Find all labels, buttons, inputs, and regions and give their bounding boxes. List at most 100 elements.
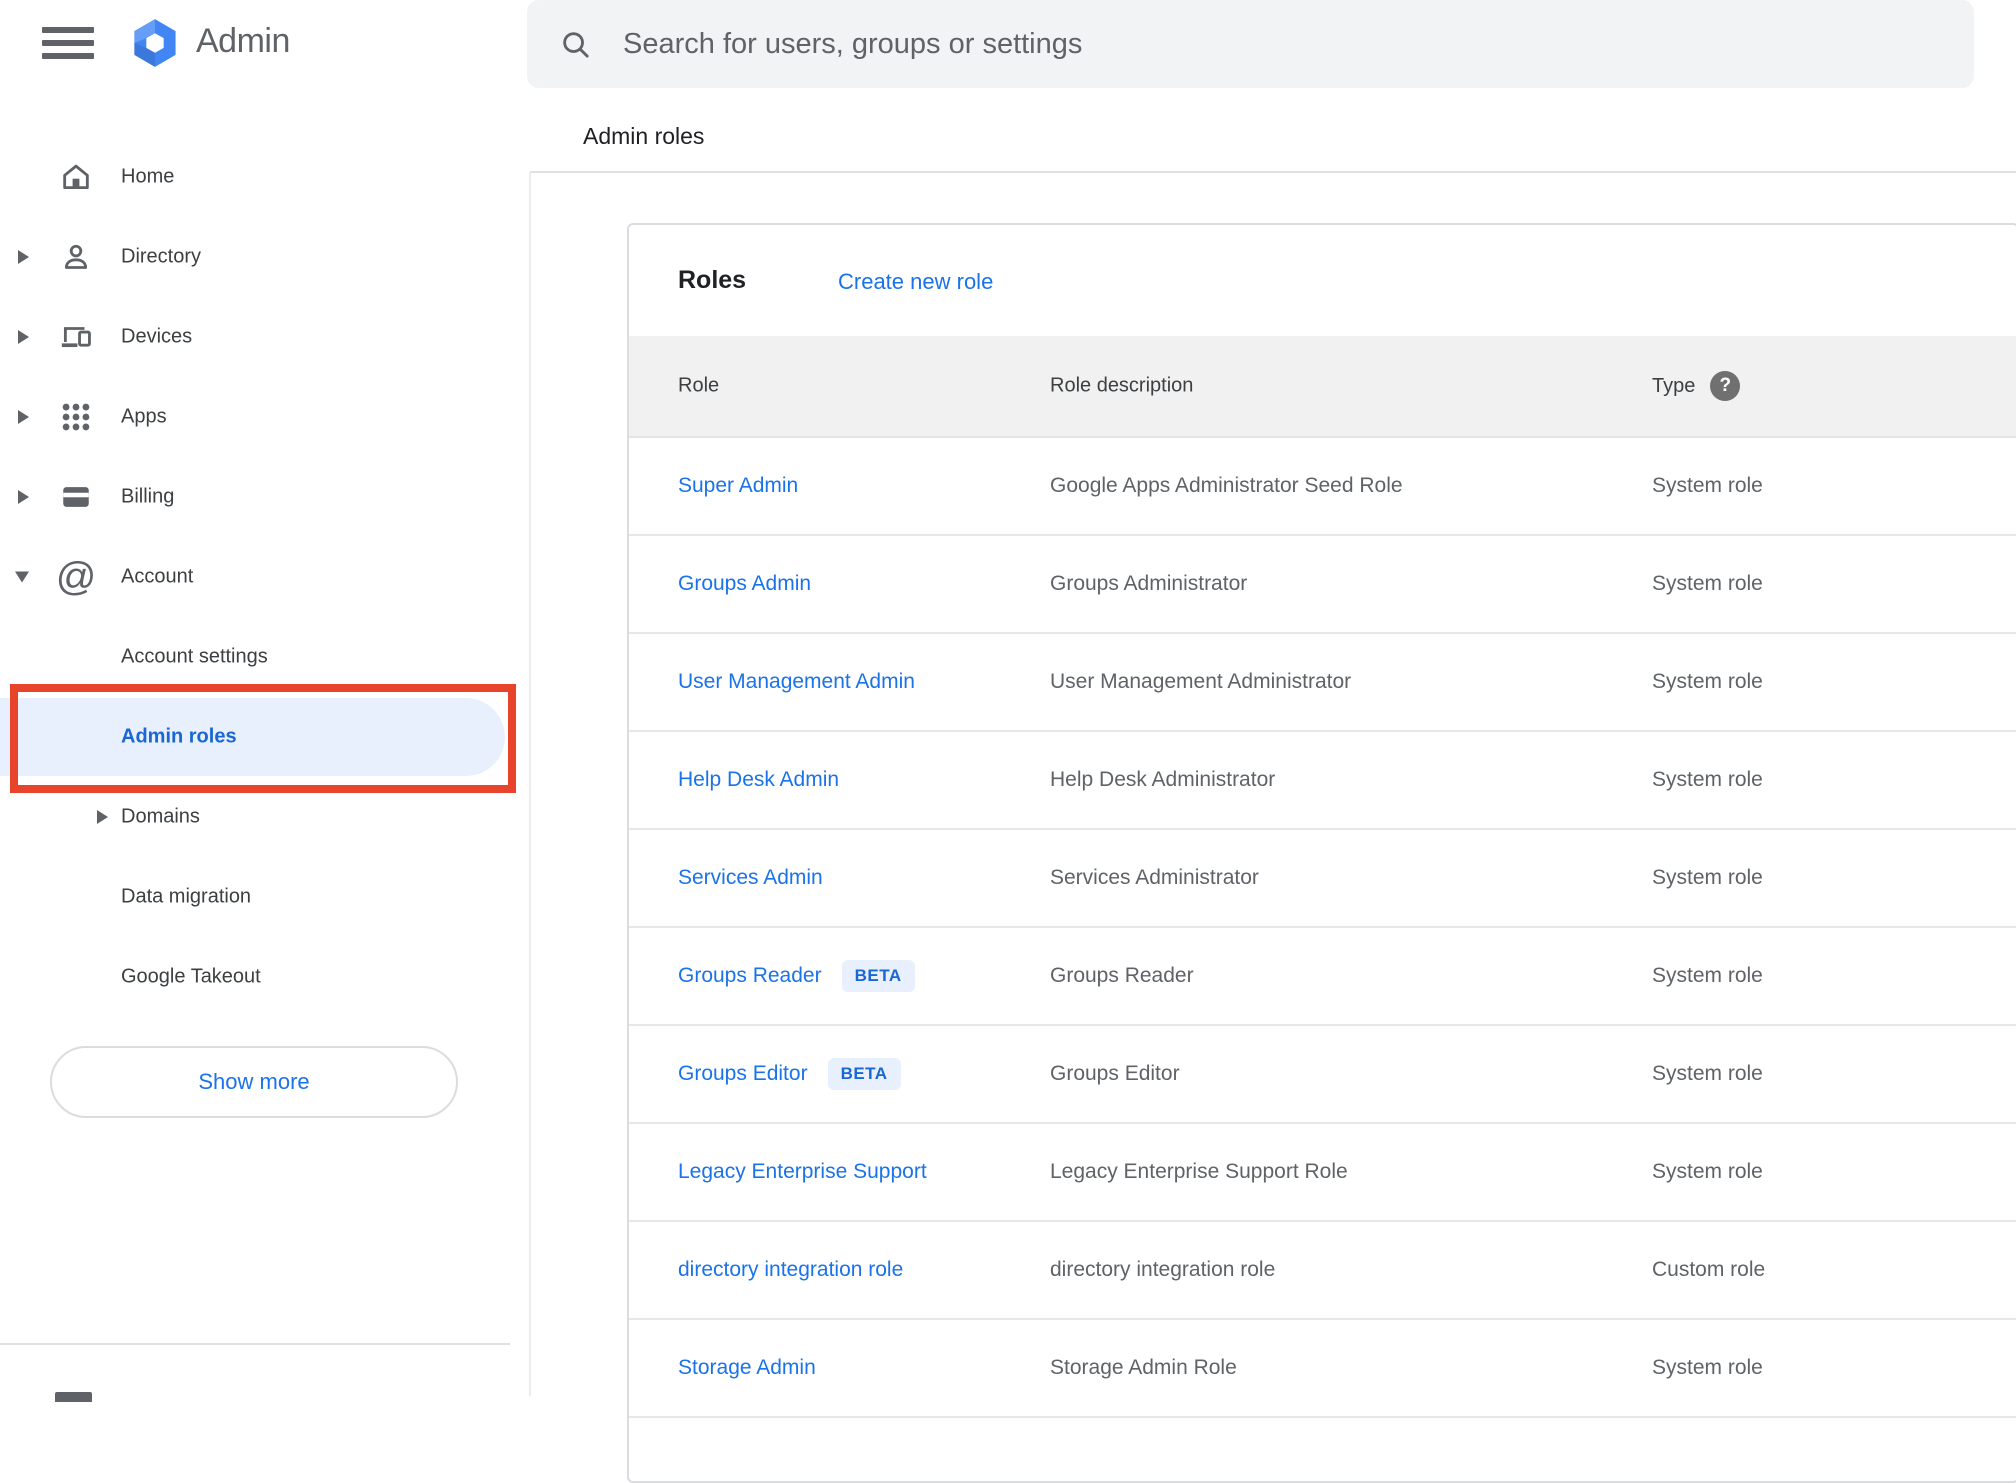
role-type: Custom role bbox=[1652, 1258, 1766, 1281]
role-description: Groups Administrator bbox=[1050, 572, 1248, 595]
role-link[interactable]: Legacy Enterprise Support bbox=[678, 1160, 927, 1184]
role-cell: Legacy Enterprise Support bbox=[678, 1160, 927, 1184]
expand-arrow-icon[interactable] bbox=[18, 410, 29, 424]
sidebar-item-label: Account bbox=[121, 565, 194, 588]
role-link[interactable]: Storage Admin bbox=[678, 1356, 816, 1380]
menu-button[interactable] bbox=[42, 27, 94, 59]
sidebar-item-label: Admin roles bbox=[121, 725, 237, 748]
table-row: Groups Admin Groups Administrator System r… bbox=[629, 536, 2016, 634]
credit-card-icon bbox=[58, 479, 94, 515]
role-cell: Services Admin bbox=[678, 866, 823, 890]
role-type: System role bbox=[1652, 1160, 1763, 1183]
expand-arrow-icon[interactable] bbox=[97, 810, 108, 824]
role-description: directory integration role bbox=[1050, 1258, 1276, 1281]
apps-grid-icon bbox=[58, 399, 94, 435]
table-header: Role Role description Type ? bbox=[629, 336, 2016, 438]
table-row: Groups Reader BETA Groups Reader System rol… bbox=[629, 928, 2016, 1026]
sidebar-item-billing[interactable]: Billing bbox=[0, 457, 530, 537]
column-header-type: Type ? bbox=[1652, 371, 1741, 401]
role-link[interactable]: Services Admin bbox=[678, 866, 823, 890]
sidebar-item-label: Home bbox=[121, 165, 175, 188]
role-description: Legacy Enterprise Support Role bbox=[1050, 1160, 1348, 1183]
sidebar-item-label: Directory bbox=[121, 245, 202, 268]
role-link[interactable]: Help Desk Admin bbox=[678, 768, 839, 792]
role-link[interactable]: Groups Editor bbox=[678, 1062, 808, 1086]
breadcrumb: Admin roles bbox=[583, 123, 705, 149]
role-cell: Groups Editor BETA bbox=[678, 1058, 901, 1090]
sidebar-item-label: Billing bbox=[121, 485, 175, 508]
table-row: User Management Admin User Management Adm… bbox=[629, 634, 2016, 732]
table-body: Super Admin Google Apps Administrator See… bbox=[629, 438, 2016, 1418]
role-type: System role bbox=[1652, 1062, 1763, 1085]
role-link[interactable]: Super Admin bbox=[678, 474, 798, 498]
role-type: System role bbox=[1652, 474, 1763, 497]
role-link[interactable]: Groups Reader bbox=[678, 964, 822, 988]
role-type: System role bbox=[1652, 866, 1763, 889]
role-type: System role bbox=[1652, 1356, 1763, 1379]
home-icon bbox=[58, 159, 94, 195]
table-row: Super Admin Google Apps Administrator See… bbox=[629, 438, 2016, 536]
search-icon bbox=[563, 32, 589, 58]
role-link[interactable]: User Management Admin bbox=[678, 670, 915, 694]
sidebar-item-directory[interactable]: Directory bbox=[0, 217, 530, 297]
role-description: Groups Editor bbox=[1050, 1062, 1180, 1085]
sidebar-item-label: Devices bbox=[121, 325, 193, 348]
sidebar-item-account[interactable]: @ Account bbox=[0, 537, 530, 617]
role-link[interactable]: Groups Admin bbox=[678, 572, 811, 596]
search-bar[interactable] bbox=[527, 0, 1974, 88]
role-description: Services Administrator bbox=[1050, 866, 1259, 889]
sidebar-bottom-divider bbox=[0, 1343, 510, 1345]
search-input[interactable] bbox=[621, 26, 1905, 62]
role-cell: directory integration role bbox=[678, 1258, 903, 1282]
table-row: directory integration role directory inte… bbox=[629, 1222, 2016, 1320]
column-header-description: Role description bbox=[1050, 374, 1194, 397]
role-cell: Groups Reader BETA bbox=[678, 960, 915, 992]
role-description: Storage Admin Role bbox=[1050, 1356, 1237, 1379]
role-type: System role bbox=[1652, 768, 1763, 791]
role-cell: Super Admin bbox=[678, 474, 798, 498]
clipped-icon bbox=[55, 1392, 92, 1402]
sidebar-item-label: Domains bbox=[121, 805, 200, 828]
role-description: User Management Administrator bbox=[1050, 670, 1352, 693]
card-title: Roles bbox=[678, 266, 747, 294]
at-sign-icon: @ bbox=[55, 555, 97, 599]
sidebar-item-domains[interactable]: Domains bbox=[0, 777, 530, 857]
sidebar-item-data-migration[interactable]: Data migration bbox=[0, 857, 530, 937]
sidebar-item-apps[interactable]: Apps bbox=[0, 377, 530, 457]
expand-arrow-icon[interactable] bbox=[18, 250, 29, 264]
sidebar-item-label: Account settings bbox=[121, 645, 268, 668]
role-cell: User Management Admin bbox=[678, 670, 915, 694]
expand-arrow-icon[interactable] bbox=[18, 490, 29, 504]
sidebar-item-admin-roles[interactable]: Admin roles bbox=[0, 697, 530, 777]
hamburger-icon bbox=[42, 27, 94, 59]
help-icon[interactable]: ? bbox=[1710, 371, 1741, 401]
admin-logo-icon bbox=[129, 17, 181, 69]
beta-badge: BETA bbox=[841, 960, 915, 992]
sidebar-item-label: Data migration bbox=[121, 885, 252, 908]
table-row: Help Desk Admin Help Desk Administrator Sy… bbox=[629, 732, 2016, 830]
sidebar-item-home[interactable]: Home bbox=[0, 137, 530, 217]
table-row: Groups Editor BETA Groups Editor System rol… bbox=[629, 1026, 2016, 1124]
create-new-role-link[interactable]: Create new role bbox=[838, 269, 993, 295]
table-row: Services Admin Services Administrator Syst… bbox=[629, 830, 2016, 928]
sidebar-item-devices[interactable]: Devices bbox=[0, 297, 530, 377]
product-name: Admin bbox=[196, 22, 290, 60]
sidebar-item-account-settings[interactable]: Account settings bbox=[0, 617, 530, 697]
show-more-button[interactable]: Show more bbox=[50, 1046, 458, 1118]
role-cell: Groups Admin bbox=[678, 572, 811, 596]
person-icon bbox=[58, 239, 94, 275]
role-type: System role bbox=[1652, 670, 1763, 693]
role-cell: Storage Admin bbox=[678, 1356, 816, 1380]
role-description: Google Apps Administrator Seed Role bbox=[1050, 474, 1403, 497]
devices-icon bbox=[58, 319, 94, 355]
sidebar-item-google-takeout[interactable]: Google Takeout bbox=[0, 937, 530, 1017]
selected-item-highlight bbox=[0, 698, 505, 776]
expand-arrow-icon[interactable] bbox=[18, 330, 29, 344]
role-type: System role bbox=[1652, 572, 1763, 595]
role-cell: Help Desk Admin bbox=[678, 768, 839, 792]
roles-card: Roles Create new role Role Role descript… bbox=[627, 223, 2016, 1483]
sidebar-item-label: Google Takeout bbox=[121, 965, 261, 988]
collapse-arrow-icon[interactable] bbox=[15, 571, 29, 583]
role-description: Help Desk Administrator bbox=[1050, 768, 1276, 791]
role-link[interactable]: directory integration role bbox=[678, 1258, 903, 1282]
